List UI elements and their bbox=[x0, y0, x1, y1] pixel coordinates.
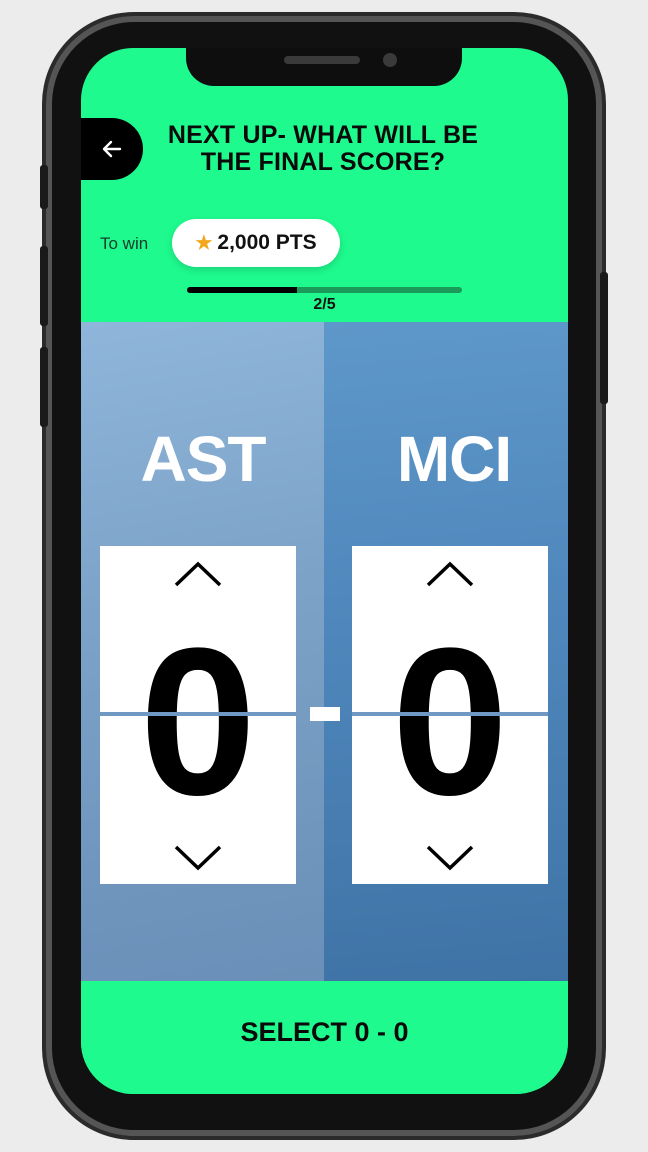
star-icon: ★ bbox=[195, 232, 213, 254]
progress-bar-fill bbox=[187, 287, 297, 293]
select-score-button[interactable]: SELECT 0 - 0 bbox=[81, 981, 568, 1094]
away-score-decrement-chevron-down-icon[interactable] bbox=[425, 844, 475, 872]
home-score-decrement-chevron-down-icon[interactable] bbox=[173, 844, 223, 872]
away-score-value: 0 bbox=[391, 604, 509, 839]
app-screen: NEXT UP- WHAT WILL BE THE FINAL SCORE? T… bbox=[81, 48, 568, 1094]
back-button[interactable] bbox=[81, 118, 143, 180]
page-title: NEXT UP- WHAT WILL BE THE FINAL SCORE? bbox=[167, 121, 479, 176]
home-score-stepper: 0 bbox=[100, 546, 296, 884]
phone-side-button bbox=[40, 165, 48, 209]
home-team-name: AST bbox=[140, 423, 267, 495]
home-score-value: 0 bbox=[139, 604, 257, 839]
away-score-stepper: 0 bbox=[352, 546, 548, 884]
progress-label: 2/5 bbox=[313, 296, 336, 313]
to-win-label: To win bbox=[100, 234, 149, 253]
phone-notch bbox=[186, 48, 462, 86]
points-value: 2,000 PTS bbox=[217, 231, 317, 254]
phone-side-button bbox=[40, 246, 48, 326]
score-separator bbox=[310, 707, 340, 721]
score-picker: AST MCI 0 0 bbox=[81, 322, 568, 981]
points-badge: ★ 2,000 PTS bbox=[172, 219, 340, 267]
flip-divider bbox=[352, 712, 548, 716]
front-camera bbox=[383, 53, 397, 67]
phone-side-button bbox=[40, 347, 48, 427]
flip-divider bbox=[100, 712, 296, 716]
arrow-left-icon bbox=[102, 140, 122, 158]
phone-side-button bbox=[600, 272, 608, 404]
away-team-name: MCI bbox=[396, 423, 512, 495]
progress-bar bbox=[187, 287, 462, 293]
speaker-grille bbox=[284, 56, 360, 64]
